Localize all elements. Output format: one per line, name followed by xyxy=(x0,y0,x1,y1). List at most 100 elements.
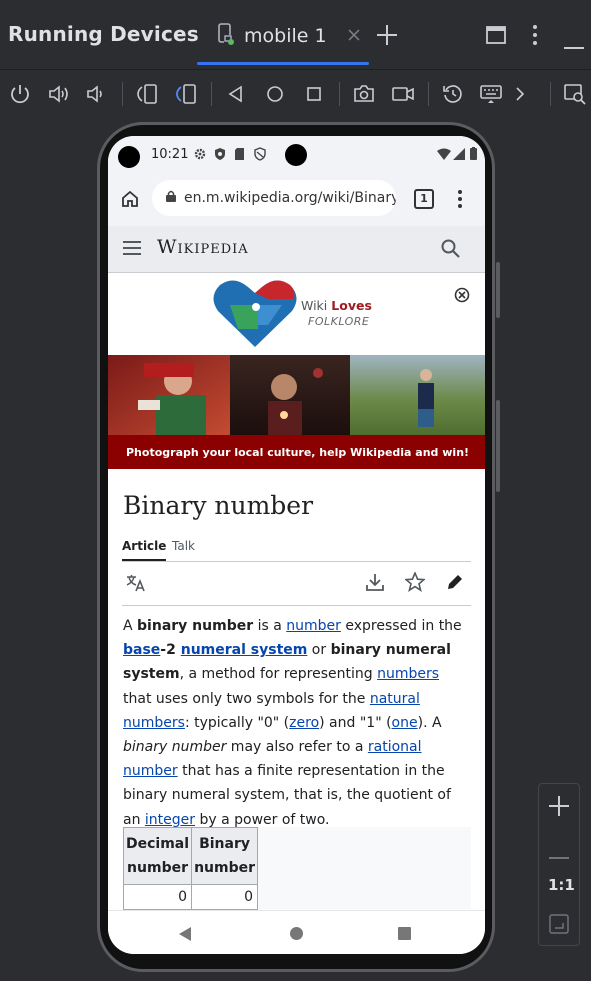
volume-down-icon[interactable] xyxy=(85,82,109,106)
active-tab-indicator xyxy=(197,62,369,65)
do-not-disturb-icon xyxy=(254,147,266,165)
settings-gear-icon xyxy=(194,147,206,165)
text-run: by a power of two. xyxy=(195,811,330,828)
tab-mobile-1[interactable]: mobile 1 xyxy=(216,20,361,52)
window-layout-icon[interactable] xyxy=(486,26,506,48)
link-zero[interactable]: zero xyxy=(289,715,319,731)
page-actions xyxy=(122,561,471,606)
front-camera-icon xyxy=(285,144,307,166)
article-body: Binary number Article Talk A binary numb… xyxy=(108,469,485,910)
table-header: Binary number xyxy=(191,827,258,885)
language-icon[interactable] xyxy=(126,574,146,596)
link-numbers[interactable]: numbers xyxy=(377,666,439,682)
edit-pencil-icon[interactable] xyxy=(446,573,464,595)
tab-switcher-button[interactable]: 1 xyxy=(414,189,434,209)
screen-record-icon[interactable] xyxy=(391,82,415,106)
text-run: is a xyxy=(253,618,287,634)
wikipedia-logo[interactable]: Wikipedia xyxy=(157,236,249,258)
tab-talk[interactable]: Talk xyxy=(172,539,195,553)
link-integer[interactable]: integer xyxy=(145,812,195,828)
shield-icon xyxy=(214,147,226,165)
more-chevron-icon[interactable] xyxy=(512,82,536,106)
hamburger-menu-icon[interactable] xyxy=(123,240,141,260)
toolbar-divider xyxy=(122,82,123,106)
text-run: expressed in the xyxy=(340,618,462,634)
link-number[interactable]: number xyxy=(286,618,341,634)
browser-menu-icon[interactable] xyxy=(457,189,463,213)
status-time: 10:21 xyxy=(151,147,189,162)
wordmark-loves: Loves xyxy=(331,298,372,313)
back-icon[interactable] xyxy=(224,82,248,106)
italic-term: binary number xyxy=(123,739,227,756)
device-screen[interactable]: 10:21 en.m.wikipedia.org/wiki/Binary 1 W… xyxy=(108,136,485,954)
lock-icon xyxy=(166,190,176,206)
new-tab-plus-icon[interactable] xyxy=(376,24,398,50)
link-one[interactable]: one xyxy=(392,715,418,731)
tab-label: mobile 1 xyxy=(244,25,327,47)
banner-cta[interactable]: Photograph your local culture, help Wiki… xyxy=(108,435,485,469)
link-base[interactable]: base xyxy=(123,642,160,658)
browser-toolbar: en.m.wikipedia.org/wiki/Binary 1 xyxy=(108,174,485,226)
link-numeral-system[interactable]: numeral system xyxy=(181,642,308,658)
article-tabs: Article Talk xyxy=(122,539,471,562)
table-cell: 0 xyxy=(122,884,193,910)
more-options-icon[interactable] xyxy=(532,24,538,50)
puzzle-heart-logo-icon xyxy=(212,277,298,353)
zoom-fit-icon[interactable] xyxy=(549,914,569,938)
zoom-actual-size-button[interactable]: 1:1 xyxy=(548,876,575,894)
text-run: , a method for representing xyxy=(179,666,378,683)
rotate-right-icon[interactable] xyxy=(174,82,198,106)
text-run: -2 xyxy=(160,642,181,659)
text-run: ) and "1" ( xyxy=(319,714,392,731)
home-button-icon[interactable] xyxy=(120,189,140,213)
overview-icon[interactable] xyxy=(302,82,326,106)
text-run: or xyxy=(307,642,331,659)
home-icon[interactable] xyxy=(263,82,287,106)
nav-home-icon[interactable] xyxy=(290,927,303,940)
zoom-out-icon[interactable] xyxy=(549,844,569,863)
minimize-icon[interactable] xyxy=(564,34,584,53)
binary-table-container: Decimal number Binary number 0 0 xyxy=(122,827,471,910)
zoom-controls: 1:1 xyxy=(538,783,580,946)
banner-wordmark: Wiki Loves xyxy=(301,298,372,313)
tool-window-header: Running Devices mobile 1 xyxy=(0,0,591,68)
device-phone-icon xyxy=(216,23,236,49)
close-tab-icon[interactable] xyxy=(347,27,361,46)
battery-icon xyxy=(470,147,477,164)
search-icon[interactable] xyxy=(441,239,460,262)
camera-cutout-icon xyxy=(118,146,140,168)
camera-icon[interactable] xyxy=(352,82,376,106)
phone-volume-key[interactable] xyxy=(496,400,500,492)
text-run: may also refer to a xyxy=(226,739,368,756)
signal-icon xyxy=(453,148,465,164)
table-header: Decimal number xyxy=(122,827,193,885)
power-icon[interactable] xyxy=(8,82,32,106)
close-banner-icon[interactable] xyxy=(454,287,470,307)
nav-back-icon[interactable] xyxy=(179,926,193,945)
text-run: ). A xyxy=(417,714,442,731)
tab-article[interactable]: Article xyxy=(122,539,167,561)
watch-star-icon[interactable] xyxy=(403,570,427,596)
rotate-left-icon[interactable] xyxy=(135,82,159,106)
device-mirror-icon[interactable] xyxy=(563,82,587,106)
url-field[interactable]: en.m.wikipedia.org/wiki/Binary xyxy=(152,180,396,216)
toolbar-divider xyxy=(550,82,551,106)
keyboard-icon[interactable] xyxy=(479,82,503,106)
zoom-in-icon[interactable] xyxy=(549,796,569,820)
table-cell: 0 xyxy=(191,884,258,910)
toolbar-divider xyxy=(428,82,429,106)
phone-power-key[interactable] xyxy=(496,262,500,318)
download-icon[interactable] xyxy=(366,573,384,595)
volume-up-icon[interactable] xyxy=(47,82,71,106)
reset-icon[interactable] xyxy=(441,82,465,106)
text-run: : typically "0" ( xyxy=(184,714,290,731)
wifi-icon xyxy=(437,148,451,164)
android-status-bar: 10:21 xyxy=(108,136,485,174)
text-run: A xyxy=(123,618,138,634)
page-title: Binary number xyxy=(123,491,314,520)
nav-overview-icon[interactable] xyxy=(398,927,411,940)
banner-photos xyxy=(108,355,485,435)
toolbar-divider xyxy=(339,82,340,106)
wordmark-wiki: Wiki xyxy=(301,298,328,313)
sd-card-icon xyxy=(234,147,245,165)
